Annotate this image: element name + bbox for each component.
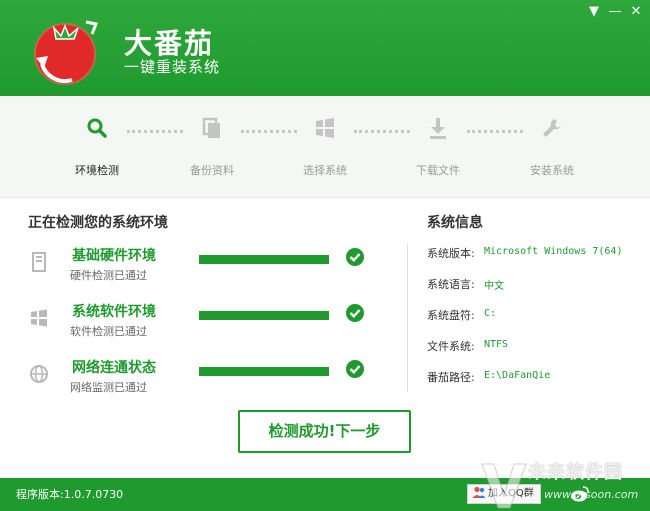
minimize-icon[interactable]: —	[606, 4, 624, 20]
detect-item-network: 网络连通状态 网络监测已通过	[28, 357, 374, 407]
step-backup: 备份资料	[172, 116, 252, 178]
globe-icon	[30, 365, 48, 383]
search-icon	[87, 118, 107, 138]
copy-icon	[202, 117, 220, 138]
check-icon	[346, 304, 364, 322]
tomato-logo	[34, 20, 99, 85]
detect-item-title: 网络连通状态	[72, 360, 156, 376]
step-label: 备份资料	[190, 164, 234, 177]
version-label: 程序版本:1.0.7.0730	[16, 488, 124, 501]
next-step-button[interactable]: 检测成功!下一步	[238, 410, 411, 453]
step-environment: 环境检测	[57, 116, 137, 178]
progress-fill	[199, 311, 329, 320]
progress-bar	[199, 255, 329, 264]
sysinfo-label: 系统语言:	[427, 278, 475, 291]
progress-bar	[199, 311, 329, 320]
progress-fill	[199, 255, 329, 264]
windows-icon	[31, 309, 47, 327]
detect-item-hardware: 基础硬件环境 硬件检测已通过	[28, 245, 374, 295]
progress-bar	[199, 367, 329, 376]
sysinfo-label: 番茄路径:	[427, 371, 475, 384]
step-install: 安装系统	[512, 116, 592, 178]
sysinfo-label: 系统盘符:	[427, 309, 475, 322]
app-subtitle: 一键重装系统	[124, 58, 221, 76]
vertical-divider	[407, 244, 408, 392]
windows-icon	[316, 118, 334, 138]
step-download: 下载文件	[398, 116, 478, 178]
check-icon	[346, 248, 364, 266]
steps-bar: 环境检测 备份资料 选择系统 下载文件 安装系统	[0, 96, 650, 198]
close-icon[interactable]: ✕	[627, 4, 645, 20]
step-select-system: 选择系统	[285, 116, 365, 178]
detect-item-status: 软件检测已通过	[70, 325, 147, 338]
sysinfo-value: NTFS	[484, 339, 509, 350]
sysinfo-label: 系统版本:	[427, 247, 475, 260]
wrench-icon	[543, 119, 561, 137]
sysinfo-title: 系统信息	[427, 215, 483, 231]
step-label: 下载文件	[416, 164, 460, 177]
detect-item-title: 系统软件环境	[72, 304, 156, 320]
detect-item-software: 系统软件环境 软件检测已通过	[28, 301, 374, 351]
sysinfo-value: E:\DaFanQie	[484, 370, 551, 381]
sysinfo-value: Microsoft Windows 7(64)	[484, 246, 623, 257]
detect-item-status: 网络监测已通过	[70, 381, 147, 394]
download-icon	[430, 118, 446, 139]
step-label: 安装系统	[530, 164, 574, 177]
hardware-icon	[32, 252, 46, 272]
sysinfo-label: 文件系统:	[427, 340, 475, 353]
detect-title: 正在检测您的系统环境	[28, 215, 168, 231]
check-icon	[346, 360, 364, 378]
watermark-url: www.orsoon.com	[544, 488, 639, 501]
step-label: 选择系统	[303, 164, 347, 177]
watermark-text: 未来软件园	[528, 462, 623, 483]
progress-fill	[199, 367, 329, 376]
menu-icon[interactable]: ▼	[585, 4, 603, 20]
step-label: 环境检测	[75, 164, 119, 177]
header-bar: 大番茄 一键重装系统 ▼ — ✕	[0, 0, 650, 96]
sysinfo-value: 中文	[484, 281, 504, 292]
detect-item-title: 基础硬件环境	[72, 248, 156, 264]
detect-item-status: 硬件检测已通过	[70, 269, 147, 282]
sysinfo-value: C:	[484, 308, 497, 319]
